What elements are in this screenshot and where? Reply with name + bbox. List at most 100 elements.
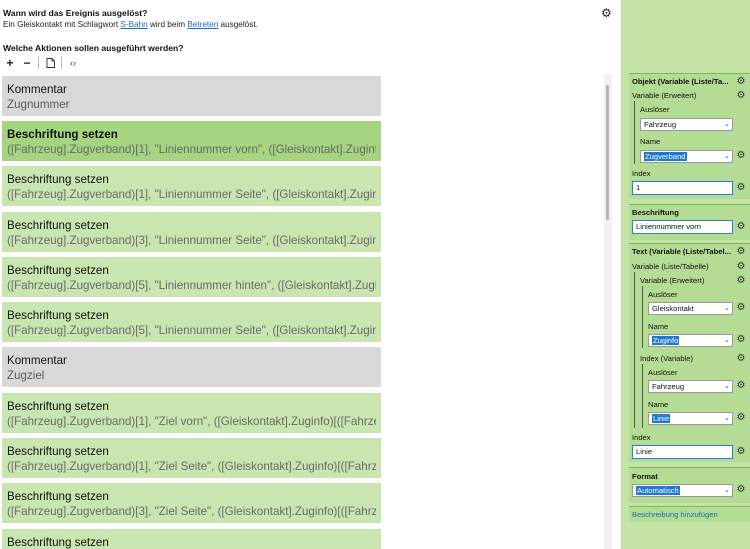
gear-icon[interactable]: ⚙ (736, 485, 746, 495)
keyword-link[interactable]: S-Bahn (120, 20, 147, 29)
trigger-desc-text: Ein Gleiskontakt mit Schlagwort (3, 20, 121, 29)
trigger-desc-text: ausgelöst. (218, 20, 258, 29)
remove-action-button[interactable]: − (20, 56, 34, 70)
action-title: Kommentar (7, 83, 67, 96)
gear-icon[interactable]: ⚙ (736, 381, 746, 391)
ausloeser-label: Auslöser (640, 105, 670, 114)
name-select-value: Zuginfo (652, 336, 680, 345)
objekt-header: Objekt (Variable (Liste/Ta... (632, 77, 729, 86)
action-params: ([Fahrzeug].Zugverband)[5], "Liniennumme… (7, 279, 376, 292)
name-select-value: Zugverband (644, 152, 687, 161)
action-title: Beschriftung setzen (7, 219, 109, 232)
gear-icon[interactable]: ⚙ (736, 77, 746, 87)
chevron-down-icon: ⌄ (724, 121, 730, 128)
copy-icon[interactable] (43, 56, 57, 70)
name-label: Name (640, 137, 661, 146)
format-select[interactable]: Automatisch ⌄ (632, 484, 733, 497)
variable-erweitert-label: Variable (Erweitert) (640, 276, 705, 285)
action-card[interactable]: Beschriftung setzen ([Fahrzeug].Zugverban… (2, 212, 381, 252)
name-label: Name (648, 322, 669, 331)
action-card[interactable]: Beschriftung setzen ([Fahrzeug].Zugverban… (2, 121, 381, 161)
beschriftung-header: Beschriftung (632, 208, 679, 217)
action-title: Beschriftung setzen (7, 536, 109, 549)
tree-line (634, 101, 635, 164)
ausloeser-select[interactable]: Gleiskontakt ⌄ (648, 302, 733, 315)
ausloeser-label: Auslöser (648, 290, 678, 299)
gear-icon[interactable]: ⚙ (736, 276, 746, 286)
tree-line (642, 286, 643, 348)
gear-icon[interactable]: ⚙ (736, 354, 746, 364)
action-title: Beschriftung setzen (7, 490, 109, 503)
trigger-desc-text: wird beim (147, 20, 188, 29)
ausloeser-select-value: Gleiskontakt (652, 304, 694, 313)
gear-icon[interactable]: ⚙ (736, 222, 746, 232)
action-card[interactable]: Beschriftung setzen ([Fahrzeug].Zugverban… (2, 302, 381, 342)
add-action-button[interactable]: + (3, 56, 17, 70)
action-params: ([Fahrzeug].Zugverband)[5], "Liniennumme… (7, 324, 376, 337)
gear-icon[interactable]: ⚙ (736, 262, 746, 272)
ausloeser-select-value: Fahrzeug (644, 120, 677, 129)
variable-liste-label: Variable (Liste/Tabelle) (632, 262, 709, 271)
chevron-down-icon: ⌄ (724, 487, 730, 494)
action-title: Kommentar (7, 354, 67, 367)
index-input[interactable]: Linie (632, 445, 733, 459)
gear-icon[interactable]: ⚙ (601, 7, 613, 19)
ausloeser-select[interactable]: Fahrzeug ⌄ (648, 380, 733, 393)
action-card[interactable]: Beschriftung setzen ([Fahrzeug].Zugverban… (2, 483, 381, 523)
gear-icon[interactable]: ⚙ (736, 91, 746, 101)
add-description-link[interactable]: Beschreibung hinzufügen (632, 510, 718, 519)
chevron-down-icon: ⌄ (724, 415, 730, 422)
variable-erweitert-label: Variable (Erweitert) (632, 91, 697, 100)
gear-icon[interactable]: ⚙ (736, 413, 746, 423)
action-card[interactable]: Beschriftung setzen ([Fahrzeug].Zugverban… (2, 393, 381, 433)
format-select-value: Automatisch (636, 486, 680, 495)
action-card[interactable]: Beschriftung setzen (2, 529, 381, 549)
actions-toolbar: + − ‹› (3, 56, 80, 70)
properties-panel: Objekt (Variable (Liste/Ta... ⚙ Variable… (621, 0, 750, 549)
action-title: Beschriftung setzen (7, 309, 109, 322)
name-select-value: Linie (652, 414, 671, 423)
trigger-mode-link[interactable]: Betreten (187, 20, 218, 29)
beschriftung-input[interactable]: Liniennummer vorn (632, 220, 733, 234)
trigger-description: Ein Gleiskontakt mit Schlagwort S-Bahn w… (3, 20, 258, 29)
name-select[interactable]: Zuginfo ⌄ (648, 334, 733, 347)
index-label: Index (632, 169, 651, 178)
action-params: ([Fahrzeug].Zugverband)[1], "Liniennumme… (7, 143, 376, 156)
name-label: Name (648, 400, 669, 409)
action-params: ([Fahrzeug].Zugverband)[1], "Liniennumme… (7, 188, 376, 201)
action-title: Beschriftung setzen (7, 128, 118, 141)
action-params: ([Fahrzeug].Zugverband)[3], "Liniennumme… (7, 234, 376, 247)
name-select[interactable]: Zugverband ⌄ (640, 150, 733, 163)
action-title: Beschriftung setzen (7, 400, 109, 413)
scrollbar-thumb[interactable] (606, 85, 609, 220)
gear-icon[interactable]: ⚙ (736, 151, 746, 161)
code-view-icon[interactable]: ‹› (66, 56, 80, 70)
tree-line (642, 364, 643, 428)
toolbar-divider (61, 57, 62, 69)
action-card[interactable]: Beschriftung setzen ([Fahrzeug].Zugverban… (2, 257, 381, 297)
gear-icon[interactable]: ⚙ (736, 303, 746, 313)
action-params: ([Fahrzeug].Zugverband)[1], "Ziel vorn",… (7, 415, 376, 428)
gear-icon[interactable]: ⚙ (736, 247, 746, 257)
tree-line (634, 272, 635, 428)
format-header: Format (632, 472, 658, 481)
action-card[interactable]: Kommentar Zugziel (2, 347, 381, 387)
toolbar-divider (38, 57, 39, 69)
index-input[interactable]: 1 (632, 181, 733, 195)
ausloeser-label: Auslöser (648, 368, 678, 377)
ausloeser-select[interactable]: Fahrzeug ⌄ (640, 118, 733, 131)
chevron-down-icon: ⌄ (724, 383, 730, 390)
gear-icon[interactable]: ⚙ (736, 183, 746, 193)
event-editor: Wann wird das Ereignis ausgelöst? Ein Gl… (0, 0, 621, 549)
index-variable-label: Index (Variable) (640, 354, 694, 363)
index-label: Index (632, 433, 651, 442)
action-card[interactable]: Beschriftung setzen ([Fahrzeug].Zugverban… (2, 166, 381, 206)
action-title: Beschriftung setzen (7, 264, 109, 277)
action-card[interactable]: Beschriftung setzen ([Fahrzeug].Zugverban… (2, 438, 381, 478)
gear-icon[interactable]: ⚙ (736, 447, 746, 457)
name-select[interactable]: Linie ⌄ (648, 412, 733, 425)
trigger-question: Wann wird das Ereignis ausgelöst? (3, 8, 148, 18)
action-card[interactable]: Kommentar Zugnummer (2, 76, 381, 116)
gear-icon[interactable]: ⚙ (736, 335, 746, 345)
chevron-down-icon: ⌄ (724, 305, 730, 312)
